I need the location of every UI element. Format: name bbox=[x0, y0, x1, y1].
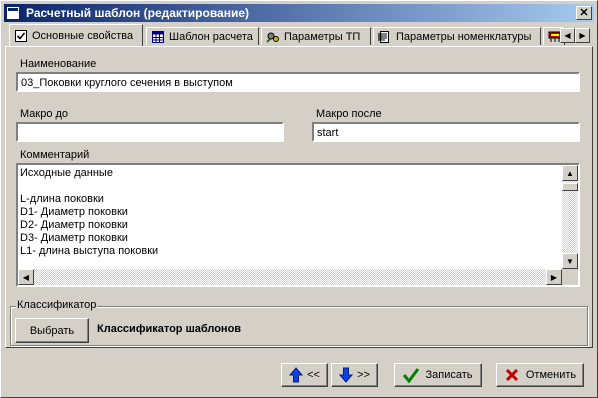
title-bar[interactable]: Расчетный шаблон (редактирование) ✕ bbox=[4, 4, 594, 22]
cancel-button[interactable]: Отменить bbox=[496, 363, 584, 387]
comment-line: L1- длина выступа поковки bbox=[20, 245, 159, 257]
tab-label: Основные свойства bbox=[32, 29, 134, 42]
tab-scroll-left-button[interactable]: ◀ bbox=[560, 28, 575, 43]
app-icon bbox=[7, 7, 19, 19]
previous-button[interactable]: << bbox=[281, 363, 328, 387]
macro-before-label: Макро до bbox=[20, 108, 69, 120]
checkmark-icon bbox=[403, 368, 420, 383]
tab-strip: Основные свойства Шаблон расчета Парамет… bbox=[5, 24, 593, 46]
cancel-label: Отменить bbox=[525, 369, 577, 381]
comment-line: D2- Диаметр поковки bbox=[20, 219, 128, 231]
comment-textarea[interactable]: Исходные данные L-длина поковки D1- Диам… bbox=[16, 163, 580, 287]
tab-tp-parameters[interactable]: Параметры ТП bbox=[261, 27, 371, 45]
window-title: Расчетный шаблон (редактирование) bbox=[26, 6, 250, 20]
dialog-window: Расчетный шаблон (редактирование) ✕ Осно… bbox=[0, 0, 598, 398]
comment-line bbox=[20, 180, 560, 193]
arrow-up-icon: ▲ bbox=[566, 168, 574, 178]
tab-nomenclature-parameters[interactable]: Параметры номенклатуры bbox=[373, 27, 541, 45]
gears-icon bbox=[266, 32, 279, 43]
name-input[interactable]: 03_Поковки круглого сечения в выступом bbox=[16, 72, 580, 92]
arrow-up-blue-icon bbox=[289, 367, 304, 383]
next-label: >> bbox=[357, 369, 370, 381]
scroll-right-button[interactable]: ▶ bbox=[546, 269, 562, 285]
macro-after-input[interactable]: start bbox=[312, 122, 580, 142]
previous-label: << bbox=[307, 369, 320, 381]
tab-label: Параметры ТП bbox=[284, 30, 361, 43]
close-icon: ✕ bbox=[579, 7, 589, 19]
comment-label: Комментарий bbox=[20, 149, 90, 161]
comment-text[interactable]: Исходные данные L-длина поковки D1- Диам… bbox=[20, 167, 560, 267]
arrow-left-icon: ◀ bbox=[564, 31, 571, 40]
save-button[interactable]: Записать bbox=[394, 363, 482, 387]
checkbox-icon bbox=[15, 29, 27, 42]
macro-after-label: Макро после bbox=[316, 108, 382, 120]
scroll-up-button[interactable]: ▲ bbox=[562, 165, 578, 181]
arrow-down-icon: ▼ bbox=[566, 256, 574, 266]
select-classifier-button[interactable]: Выбрать bbox=[15, 318, 89, 343]
scroll-left-button[interactable]: ◀ bbox=[18, 269, 34, 285]
scroll-corner bbox=[562, 269, 578, 285]
tab-label: Шаблон расчета bbox=[169, 30, 253, 43]
tab-basic-properties[interactable]: Основные свойства bbox=[9, 24, 143, 46]
classifier-value: Классификатор шаблонов bbox=[97, 323, 242, 335]
comment-line: Исходные данные bbox=[20, 167, 113, 179]
macro-before-input[interactable] bbox=[16, 122, 284, 142]
arrow-right-icon: ▶ bbox=[579, 31, 586, 40]
tab-calculation-template[interactable]: Шаблон расчета bbox=[146, 27, 259, 45]
tab-scroll-right-button[interactable]: ▶ bbox=[575, 28, 590, 43]
comment-line: D3- Диаметр поковки bbox=[20, 232, 128, 244]
arrow-right-icon: ▶ bbox=[550, 272, 558, 282]
classifier-legend: Классификатор bbox=[16, 299, 98, 311]
comment-line: L-длина поковки bbox=[20, 193, 104, 205]
arrow-down-blue-icon bbox=[339, 367, 354, 383]
document-icon bbox=[378, 30, 389, 43]
close-button[interactable]: ✕ bbox=[576, 6, 592, 20]
next-button[interactable]: >> bbox=[331, 363, 378, 387]
name-label: Наименование bbox=[20, 58, 97, 70]
arrow-left-icon: ◀ bbox=[22, 272, 30, 282]
vertical-scrollbar[interactable]: ▲ ▼ bbox=[562, 165, 578, 269]
save-label: Записать bbox=[425, 369, 473, 381]
scroll-thumb[interactable] bbox=[562, 183, 578, 191]
table-icon bbox=[152, 30, 164, 43]
horizontal-scrollbar[interactable]: ◀ ▶ bbox=[18, 269, 562, 285]
cross-icon bbox=[505, 368, 518, 382]
comment-line: D1- Диаметр поковки bbox=[20, 206, 128, 218]
scroll-down-button[interactable]: ▼ bbox=[562, 253, 578, 269]
select-button-label: Выбрать bbox=[29, 324, 75, 337]
tab-label: Параметры номенклатуры bbox=[396, 30, 532, 43]
